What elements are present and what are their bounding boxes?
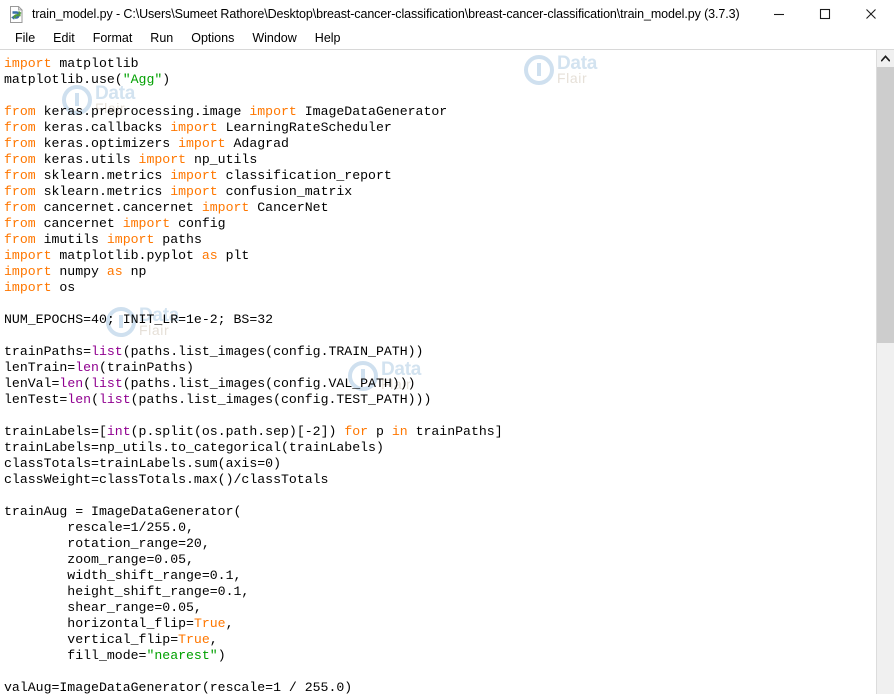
code-line: classWeight=classTotals.max()/classTotal… (4, 472, 329, 487)
menu-item-options[interactable]: Options (182, 30, 243, 47)
code-line: import matplotlib (4, 56, 139, 71)
code-line: horizontal_flip=True, (4, 616, 234, 631)
code-line: from sklearn.metrics import classificati… (4, 168, 392, 183)
title-bar: train_model.py - C:\Users\Sumeet Rathore… (0, 0, 894, 28)
menu-item-window[interactable]: Window (243, 30, 305, 47)
code-line: trainLabels=[int(p.split(os.path.sep)[-2… (4, 424, 503, 439)
code-line: rescale=1/255.0, (4, 520, 194, 535)
code-line: from cancernet.cancernet import CancerNe… (4, 200, 329, 215)
code-line: zoom_range=0.05, (4, 552, 194, 567)
code-line: import os (4, 280, 76, 295)
code-line: from keras.preprocessing.image import Im… (4, 104, 448, 119)
code-line: from keras.utils import np_utils (4, 152, 258, 167)
window-controls (756, 0, 894, 28)
code-line: lenVal=len(list(paths.list_images(config… (4, 376, 416, 391)
code-line: import matplotlib.pyplot as plt (4, 248, 250, 263)
code-line: matplotlib.use("Agg") (4, 72, 171, 87)
code-line: trainAug = ImageDataGenerator( (4, 504, 242, 519)
menu-bar: File Edit Format Run Options Window Help (0, 28, 894, 50)
code-line: rotation_range=20, (4, 536, 210, 551)
code-text-area[interactable]: import matplotlib matplotlib.use("Agg") f… (0, 50, 876, 694)
code-line: from keras.callbacks import LearningRate… (4, 120, 392, 135)
code-line: trainLabels=np_utils.to_categorical(trai… (4, 440, 384, 455)
menu-item-edit[interactable]: Edit (44, 30, 84, 47)
code-line: from sklearn.metrics import confusion_ma… (4, 184, 353, 199)
maximize-button[interactable] (802, 0, 848, 28)
python-file-icon (8, 5, 25, 23)
code-line: classTotals=trainLabels.sum(axis=0) (4, 456, 281, 471)
scrollbar-track[interactable] (877, 67, 894, 694)
vertical-scrollbar[interactable] (876, 50, 894, 694)
code-line: valAug=ImageDataGenerator(rescale=1 / 25… (4, 680, 353, 694)
code-line: vertical_flip=True, (4, 632, 218, 647)
code-line: from imutils import paths (4, 232, 202, 247)
code-line: shear_range=0.05, (4, 600, 202, 615)
minimize-button[interactable] (756, 0, 802, 28)
code-line: from cancernet import config (4, 216, 226, 231)
scrollbar-thumb[interactable] (877, 67, 894, 343)
code-line: import numpy as np (4, 264, 147, 279)
code-line: trainPaths=list(paths.list_images(config… (4, 344, 424, 359)
editor-area: Data Flair Data Flair Data Flair Data Fl… (0, 50, 894, 694)
scroll-up-arrow-icon[interactable] (877, 50, 894, 67)
window-title: train_model.py - C:\Users\Sumeet Rathore… (32, 7, 740, 21)
code-line: from keras.optimizers import Adagrad (4, 136, 289, 151)
code-line: lenTrain=len(trainPaths) (4, 360, 194, 375)
menu-item-format[interactable]: Format (84, 30, 142, 47)
menu-item-file[interactable]: File (6, 30, 44, 47)
code-line: NUM_EPOCHS=40; INIT_LR=1e-2; BS=32 (4, 312, 274, 327)
idle-editor-window: train_model.py - C:\Users\Sumeet Rathore… (0, 0, 894, 694)
code-line: fill_mode="nearest") (4, 648, 226, 663)
code-line: width_shift_range=0.1, (4, 568, 242, 583)
menu-item-run[interactable]: Run (141, 30, 182, 47)
menu-item-help[interactable]: Help (306, 30, 350, 47)
code-line: height_shift_range=0.1, (4, 584, 250, 599)
source-code: import matplotlib matplotlib.use("Agg") f… (4, 56, 876, 694)
code-line: lenTest=len(list(paths.list_images(confi… (4, 392, 432, 407)
close-button[interactable] (848, 0, 894, 28)
